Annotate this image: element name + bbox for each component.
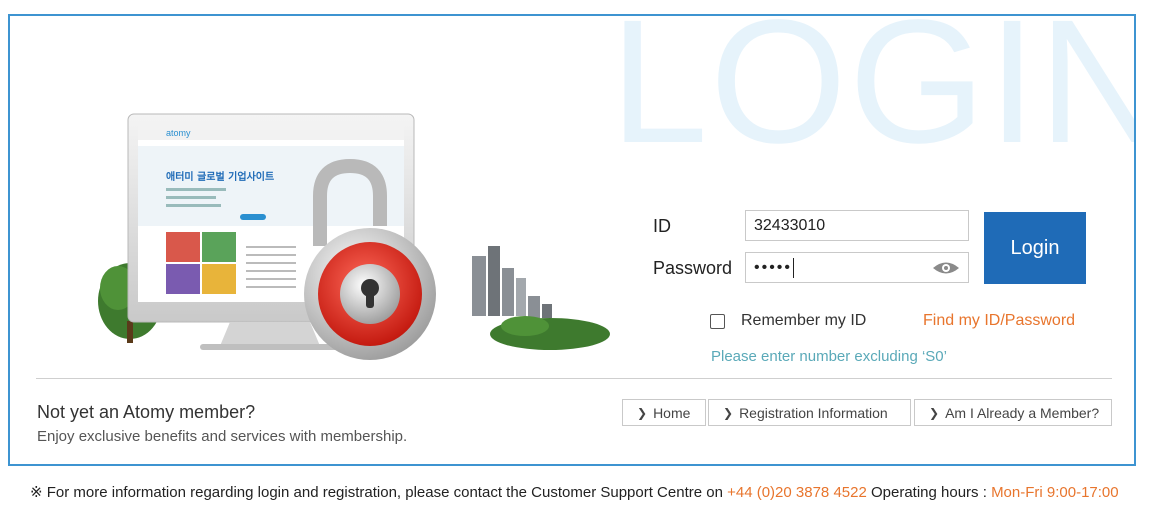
illustration-brand: atomy: [166, 128, 191, 138]
remember-id[interactable]: Remember my ID: [710, 312, 866, 330]
member-subtitle: Enjoy exclusive benefits and services wi…: [37, 428, 408, 445]
find-id-password-link[interactable]: Find my ID/Password: [923, 312, 1075, 330]
remember-id-label: Remember my ID: [741, 312, 867, 329]
chevron-right-icon: ❯: [637, 405, 648, 420]
already-member-button[interactable]: ❯ Am I Already a Member?: [914, 399, 1112, 426]
hours-label: Operating hours :: [870, 484, 987, 501]
login-panel: LOGIN atomy 애터미 글로벌 기업사이트 ID 32433010 Pa…: [8, 14, 1136, 466]
login-button[interactable]: Login: [984, 212, 1086, 284]
member-title: Not yet an Atomy member?: [37, 402, 256, 422]
support-phone[interactable]: +44 (0)20 3878 4522: [727, 484, 867, 501]
id-hint-text: Please enter number excluding ‘S0’: [711, 348, 947, 365]
login-watermark: LOGIN: [610, 14, 1136, 180]
password-label: Password: [653, 258, 733, 278]
id-input[interactable]: 32433010: [745, 210, 969, 241]
support-footer: ※ For more information regarding login a…: [30, 483, 1119, 501]
registration-info-button[interactable]: ❯ Registration Information: [708, 399, 911, 426]
illustration-headline: 애터미 글로벌 기업사이트: [166, 170, 274, 183]
password-input[interactable]: •••••: [745, 252, 969, 283]
security-illustration: atomy 애터미 글로벌 기업사이트: [98, 113, 610, 360]
text-caret: [793, 257, 795, 278]
divider: [36, 378, 1112, 379]
chevron-right-icon: ❯: [723, 405, 734, 420]
id-input-value: 32433010: [754, 217, 826, 234]
home-button[interactable]: ❯ Home: [622, 399, 706, 426]
id-label: ID: [653, 216, 671, 236]
home-button-label: Home: [653, 404, 691, 421]
footer-text: ※ For more information regarding login a…: [30, 484, 723, 501]
registration-info-label: Registration Information: [739, 404, 888, 421]
operating-hours: Mon-Fri 9:00-17:00: [991, 484, 1119, 501]
chevron-right-icon: ❯: [929, 405, 940, 420]
remember-id-checkbox[interactable]: [710, 313, 725, 329]
password-input-value: •••••: [754, 259, 793, 276]
city-buildings: [472, 246, 552, 318]
show-password-icon[interactable]: [932, 260, 960, 276]
already-member-label: Am I Already a Member?: [945, 404, 1100, 421]
